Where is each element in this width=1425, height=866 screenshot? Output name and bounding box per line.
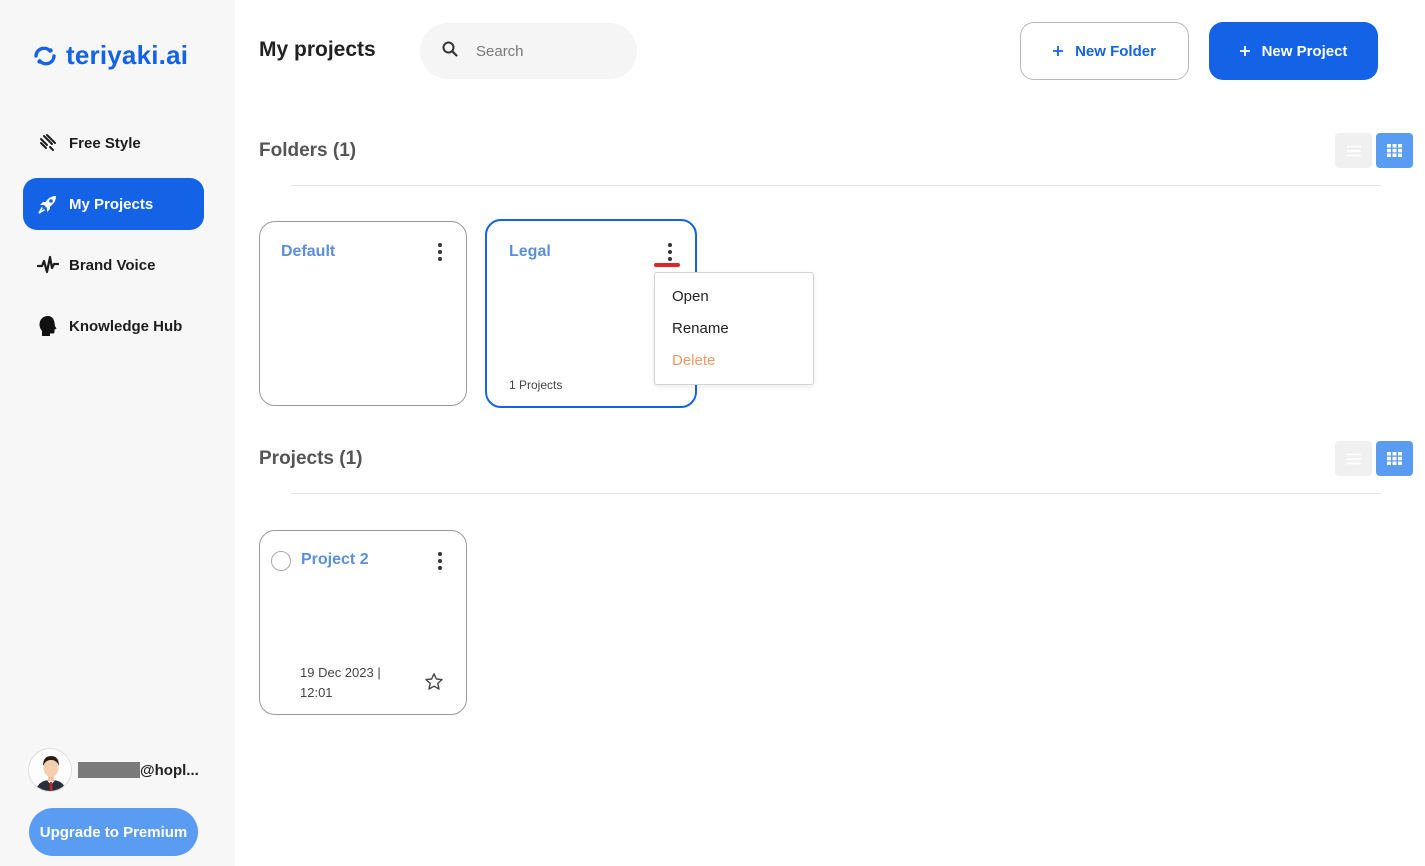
star-icon[interactable] (424, 672, 444, 692)
sidebar-item-knowledge-hub[interactable]: Knowledge Hub (23, 300, 204, 352)
redacted-block (78, 762, 140, 778)
new-project-button[interactable]: New Project (1209, 22, 1378, 80)
more-options-icon[interactable] (436, 551, 444, 571)
project-card[interactable]: Project 2 19 Dec 2023 | 12:01 (259, 530, 467, 715)
grid-view-button[interactable] (1376, 133, 1413, 168)
grid-icon (1387, 452, 1402, 465)
project-select-checkbox[interactable] (271, 551, 291, 571)
sidebar-item-label: Brand Voice (69, 256, 156, 274)
folders-divider (291, 185, 1381, 186)
page-title: My projects (259, 38, 376, 61)
user-profile[interactable]: @hopl... (28, 748, 199, 792)
folder-name: Legal (509, 243, 551, 260)
projects-view-toggle (1335, 441, 1416, 476)
list-icon (1346, 145, 1361, 156)
sidebar-item-my-projects[interactable]: My Projects (23, 178, 204, 230)
sidebar-item-brand-voice[interactable]: Brand Voice (23, 239, 204, 291)
user-email: @hopl... (78, 762, 199, 779)
new-folder-label: New Folder (1075, 42, 1156, 60)
grid-view-button[interactable] (1376, 441, 1413, 476)
head-icon (37, 315, 59, 337)
rocket-icon (37, 193, 59, 215)
sidebar-item-label: Knowledge Hub (69, 317, 183, 335)
plus-icon (1053, 43, 1064, 60)
search-icon (442, 41, 458, 62)
project-date: 19 Dec 2023 | 12:01 (300, 665, 381, 700)
folder-card-default[interactable]: Default (259, 221, 467, 406)
sidebar-item-label: My Projects (69, 195, 154, 213)
project-name: Project 2 (301, 551, 369, 568)
logo-icon (32, 43, 58, 69)
app-logo[interactable]: teriyaki.ai (32, 40, 188, 71)
folder-project-count: 1 Projects (509, 378, 563, 392)
folder-name: Default (281, 243, 336, 260)
sidebar: teriyaki.ai Free Style My Projects Brand… (0, 0, 235, 866)
sidebar-item-label: Free Style (69, 134, 141, 152)
more-options-icon[interactable] (666, 242, 674, 262)
menu-item-delete[interactable]: Delete (672, 352, 715, 369)
list-view-button[interactable] (1335, 441, 1372, 476)
folders-view-toggle (1335, 133, 1416, 168)
projects-divider (291, 493, 1381, 494)
avatar[interactable] (28, 748, 72, 792)
more-options-icon[interactable] (436, 242, 444, 262)
menu-item-open[interactable]: Open (672, 288, 709, 305)
list-icon (1346, 453, 1361, 464)
plus-icon (1239, 43, 1250, 60)
free-style-icon (37, 132, 59, 154)
menu-item-rename[interactable]: Rename (672, 320, 729, 337)
upgrade-button[interactable]: Upgrade to Premium (29, 808, 198, 856)
waveform-icon (37, 254, 59, 276)
search-bar[interactable] (420, 23, 637, 79)
folder-context-menu: Open Rename Delete (654, 272, 814, 385)
new-project-label: New Project (1261, 42, 1348, 60)
annotation-underline (654, 263, 680, 267)
folders-title: Folders (1) (259, 140, 357, 161)
logo-text: teriyaki.ai (66, 40, 189, 70)
search-input[interactable] (476, 42, 606, 60)
sidebar-item-free-style[interactable]: Free Style (23, 117, 204, 169)
grid-icon (1387, 144, 1402, 157)
list-view-button[interactable] (1335, 133, 1372, 168)
new-folder-button[interactable]: New Folder (1020, 22, 1189, 80)
projects-title: Projects (1) (259, 448, 363, 469)
